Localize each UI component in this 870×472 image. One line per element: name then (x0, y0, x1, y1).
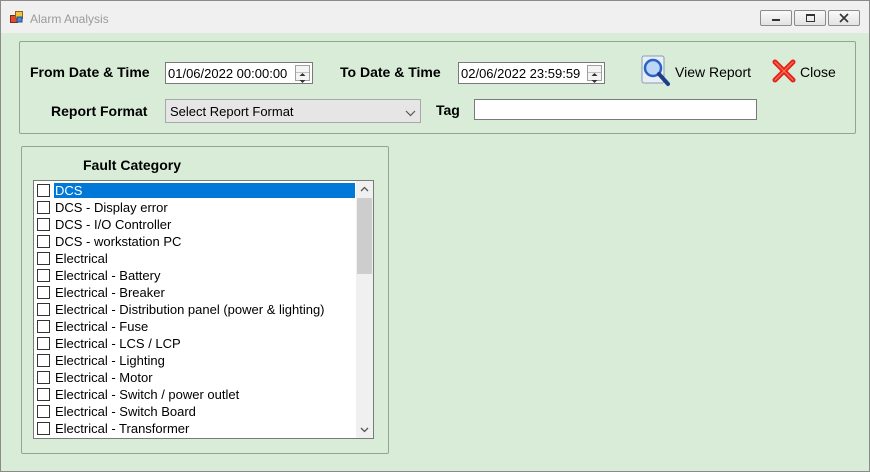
view-report-button[interactable]: View Report (640, 55, 751, 89)
to-date-picker[interactable]: 02/06/2022 23:59:59 (458, 62, 605, 84)
to-date-value: 02/06/2022 23:59:59 (461, 66, 581, 81)
list-item-label: DCS - workstation PC (55, 234, 182, 249)
list-item[interactable]: Electrical - Transformer (34, 420, 357, 437)
list-item[interactable]: Electrical - LCS / LCP (34, 335, 357, 352)
list-item[interactable]: Electrical (34, 250, 357, 267)
checkbox[interactable] (37, 201, 50, 214)
tag-label: Tag (436, 102, 460, 118)
list-item[interactable]: Electrical - Switch / power outlet (34, 386, 357, 403)
red-x-icon (771, 58, 797, 87)
chevron-down-icon (405, 106, 416, 121)
list-item-label: Electrical - Switch Board (55, 404, 196, 419)
list-item-label: Electrical - LCS / LCP (55, 336, 181, 351)
checkbox[interactable] (37, 388, 50, 401)
restore-button[interactable] (794, 10, 826, 26)
list-item-label: Electrical - Lighting (55, 353, 165, 368)
list-item[interactable]: Electrical - Distribution panel (power &… (34, 301, 357, 318)
app-window-icon (10, 11, 24, 24)
from-date-spinner[interactable] (295, 65, 310, 83)
report-format-dropdown[interactable]: Select Report Format (165, 99, 421, 123)
list-item-label: Electrical - Transformer (55, 421, 190, 436)
checkbox[interactable] (37, 235, 50, 248)
window-title: Alarm Analysis (30, 12, 109, 26)
list-item-label: DCS - Display error (55, 200, 168, 215)
view-report-label: View Report (675, 64, 752, 80)
spin-up-icon[interactable] (296, 66, 309, 76)
checkbox[interactable] (37, 218, 50, 231)
list-item[interactable]: Electrical - Lighting (34, 352, 357, 369)
fault-category-title: Fault Category (83, 157, 182, 173)
checkbox[interactable] (37, 184, 50, 197)
close-x-icon (839, 13, 849, 23)
list-item[interactable]: Electrical - Motor (34, 369, 357, 386)
tag-input[interactable] (474, 99, 757, 120)
to-date-spinner[interactable] (587, 65, 602, 83)
list-item[interactable]: DCS - I/O Controller (34, 216, 357, 233)
list-item-label: Electrical - Fuse (55, 319, 149, 334)
from-date-label: From Date & Time (30, 64, 150, 80)
checkbox[interactable] (37, 405, 50, 418)
list-item-label: Electrical - Switch / power outlet (55, 387, 240, 402)
alarm-analysis-window: Alarm Analysis From Date & Time 01/06/20… (0, 0, 870, 472)
list-item-label: Electrical - Motor (55, 370, 153, 385)
minimize-button[interactable] (760, 10, 792, 26)
fault-category-list[interactable]: Electrical - Transformer Electrical - Swi… (33, 180, 374, 439)
close-label: Close (800, 64, 836, 80)
report-format-label: Report Format (51, 103, 148, 119)
minimize-icon (772, 19, 780, 21)
checkbox[interactable] (37, 252, 50, 265)
checkbox[interactable] (37, 303, 50, 316)
list-item-label: Electrical - Battery (55, 268, 161, 283)
checkbox[interactable] (37, 269, 50, 282)
spin-up-icon[interactable] (588, 66, 601, 76)
list-item-label: Electrical - Breaker (55, 285, 165, 300)
checkbox[interactable] (37, 371, 50, 384)
list-item-label: Electrical - Distribution panel (power &… (55, 302, 325, 317)
list-item[interactable]: DCS - Display error (34, 199, 357, 216)
restore-icon (806, 14, 815, 22)
checkbox[interactable] (37, 286, 50, 299)
checkbox[interactable] (37, 337, 50, 350)
list-item[interactable]: Electrical - Battery (34, 267, 357, 284)
report-format-value: Select Report Format (170, 104, 294, 119)
checkbox[interactable] (37, 422, 50, 435)
window-close-button[interactable] (828, 10, 860, 26)
list-item-label: DCS (54, 183, 355, 198)
checkbox[interactable] (37, 320, 50, 333)
list-item[interactable]: Electrical - Breaker (34, 284, 357, 301)
from-date-picker[interactable]: 01/06/2022 00:00:00 (165, 62, 313, 84)
scroll-thumb[interactable] (357, 198, 372, 274)
spin-down-icon[interactable] (296, 73, 309, 83)
spin-down-icon[interactable] (588, 73, 601, 83)
list-item[interactable]: Electrical - Fuse (34, 318, 357, 335)
list-item[interactable]: DCS (34, 182, 357, 199)
magnifier-icon (640, 55, 672, 90)
list-item[interactable]: DCS - workstation PC (34, 233, 357, 250)
list-item-label: DCS - I/O Controller (55, 217, 172, 232)
scroll-down-icon[interactable] (356, 421, 373, 438)
from-date-value: 01/06/2022 00:00:00 (168, 66, 288, 81)
close-button[interactable]: Close (771, 55, 836, 89)
list-scrollbar[interactable] (356, 181, 373, 438)
list-item-label: Electrical (55, 251, 108, 266)
list-item[interactable]: Electrical - Switch Board (34, 403, 357, 420)
scroll-up-icon[interactable] (356, 181, 373, 198)
checkbox[interactable] (37, 354, 50, 367)
title-bar[interactable]: Alarm Analysis (1, 1, 869, 33)
to-date-label: To Date & Time (340, 64, 441, 80)
